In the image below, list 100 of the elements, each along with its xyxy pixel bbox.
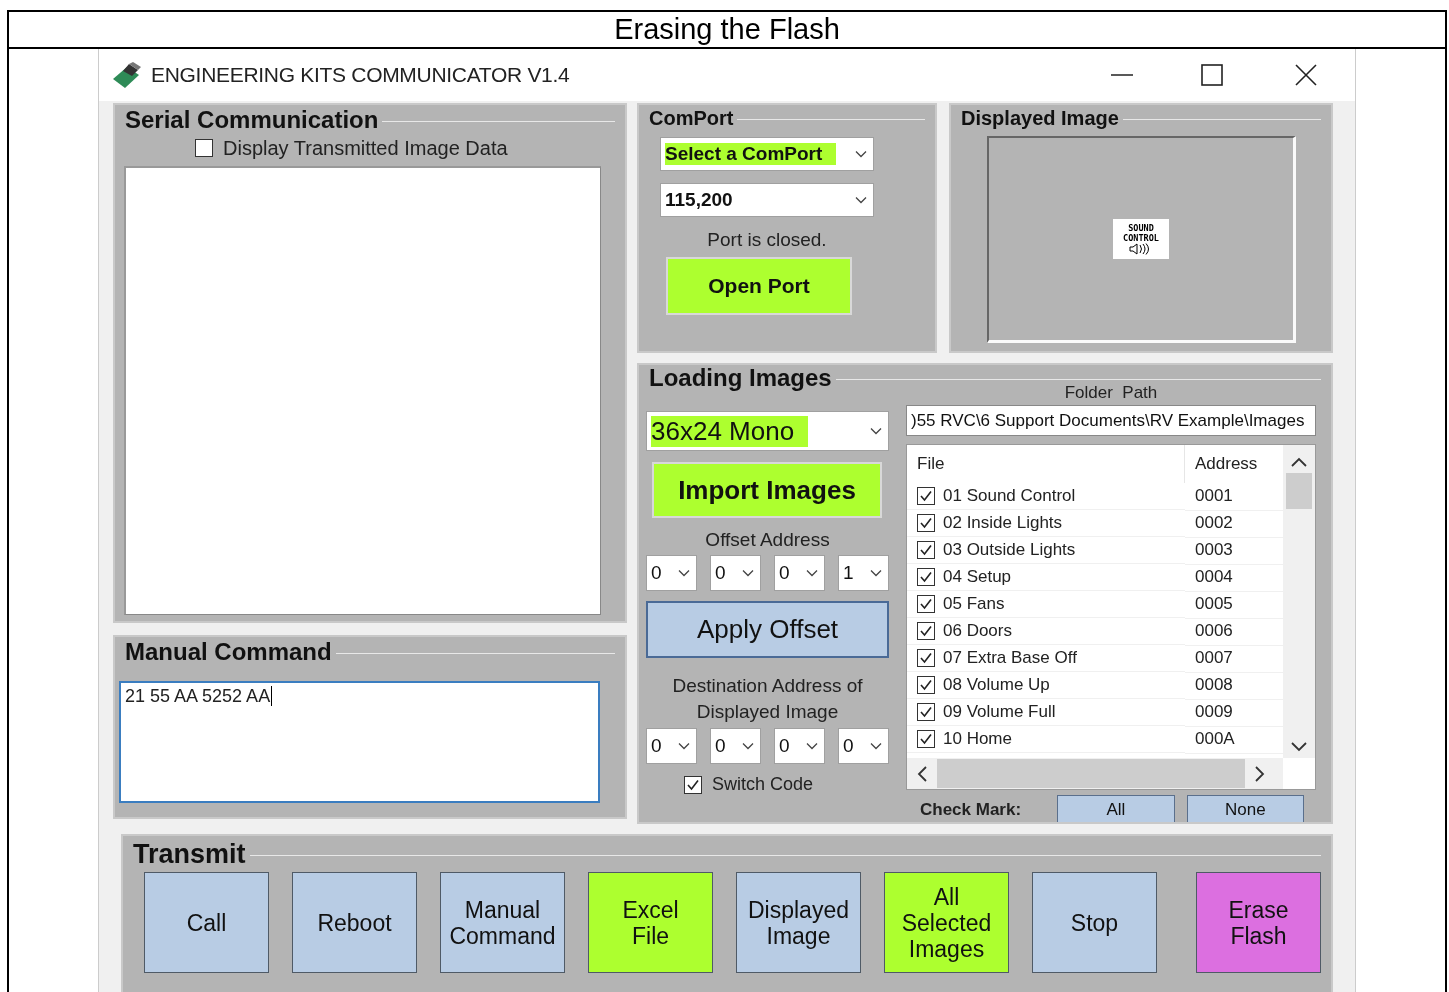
maximize-button[interactable]: [1201, 64, 1223, 86]
check-mark-button[interactable]: All: [1057, 795, 1175, 822]
transmit-button[interactable]: All Selected Images: [884, 872, 1009, 973]
checkbox[interactable]: [917, 514, 935, 532]
dropdown[interactable]: 0: [646, 555, 697, 591]
checkbox[interactable]: [917, 676, 935, 694]
dropdown[interactable]: 36x24 Mono: [646, 411, 889, 451]
import-images-button[interactable]: Import Images: [652, 462, 882, 518]
dropdown[interactable]: 0: [646, 728, 697, 764]
field-label: Folder Path: [1063, 383, 1159, 403]
file-name: 04 Setup: [943, 567, 1012, 587]
scroll-up-icon[interactable]: [1291, 457, 1307, 467]
group-title: Serial Communication: [125, 106, 380, 134]
window-title: ENGINEERING KITS COMMUNICATOR V1.4: [151, 63, 570, 87]
address-text: 0004: [1195, 567, 1233, 587]
transmit-button[interactable]: Manual Command: [440, 872, 565, 973]
vertical-scrollbar[interactable]: [1283, 445, 1315, 758]
scroll-right-icon[interactable]: [1255, 765, 1265, 782]
dropdown[interactable]: 0: [710, 728, 761, 764]
address-text: 000A: [1195, 729, 1235, 749]
caret-icon: [742, 742, 754, 750]
checkbox[interactable]: [917, 730, 935, 748]
address-text: 0009: [1195, 702, 1233, 722]
address-text: 0002: [1195, 513, 1233, 533]
column-header[interactable]: File: [917, 454, 945, 474]
open-port-button[interactable]: Open Port: [666, 257, 852, 315]
checkbox[interactable]: [917, 649, 935, 667]
scroll-thumb[interactable]: [937, 759, 1245, 788]
caret-icon: [855, 150, 867, 158]
checkbox[interactable]: [195, 139, 213, 157]
transmit-button[interactable]: Call: [144, 872, 269, 973]
chip-icon: [111, 61, 143, 89]
transmit-button[interactable]: Stop: [1032, 872, 1157, 973]
caret-icon: [870, 427, 882, 435]
caret-icon: [806, 569, 818, 577]
caret-icon: [742, 569, 754, 577]
column-header[interactable]: Address: [1195, 454, 1258, 473]
group-title: Loading Images: [649, 365, 833, 392]
caret-icon: [855, 196, 867, 204]
scroll-thumb[interactable]: [1286, 473, 1312, 509]
file-name: 07 Extra Base Off: [943, 648, 1077, 668]
file-name: 10 Home: [943, 729, 1012, 749]
slide-title: Erasing the Flash: [614, 13, 840, 46]
file-name: 03 Outside Lights: [943, 540, 1076, 560]
checkbox-label: Switch Code: [712, 774, 814, 795]
check-mark-button[interactable]: None: [1186, 795, 1304, 822]
dropdown[interactable]: Select a ComPort: [660, 137, 874, 171]
address-text: 0003: [1195, 540, 1233, 560]
file-name: 02 Inside Lights: [943, 513, 1063, 533]
transmit-button[interactable]: Excel File: [588, 872, 713, 973]
apply-offset-button[interactable]: Apply Offset: [646, 601, 889, 658]
serial-output-field[interactable]: [124, 166, 601, 615]
file-name: 05 Fans: [943, 594, 1005, 614]
horizontal-scrollbar[interactable]: [907, 758, 1283, 789]
checkbox[interactable]: [917, 622, 935, 640]
file-name: 01 Sound Control: [943, 486, 1076, 506]
dropdown[interactable]: 0: [774, 728, 825, 764]
checkbox[interactable]: [917, 487, 935, 505]
checkbox[interactable]: [917, 703, 935, 721]
caret-icon: [678, 569, 690, 577]
minimize-button[interactable]: [1111, 73, 1133, 77]
file-name: 09 Volume Full: [943, 702, 1056, 722]
checkbox[interactable]: [917, 541, 935, 559]
transmit-button[interactable]: Reboot: [292, 872, 417, 973]
address-text: 0008: [1195, 675, 1233, 695]
caret-icon: [806, 742, 818, 750]
caret-icon: [678, 742, 690, 750]
group-title: ComPort: [649, 106, 735, 130]
checkbox[interactable]: [917, 568, 935, 586]
close-button[interactable]: [1295, 64, 1317, 86]
folder-path-field[interactable]: )55 RVC\6 Support Documents\RV Example\Images: [906, 405, 1316, 436]
transmit-button[interactable]: Erase Flash: [1196, 872, 1321, 973]
checkbox[interactable]: [917, 595, 935, 613]
command-input-field[interactable]: 21 55 AA 5252 AA: [119, 681, 600, 803]
port-status: Port is closed.: [706, 229, 828, 251]
dropdown[interactable]: 0: [774, 555, 825, 591]
checkbox[interactable]: [684, 775, 702, 794]
preview-text: CONTROL: [1123, 233, 1159, 243]
group-title: Displayed Image: [961, 106, 1120, 130]
address-text: 0006: [1195, 621, 1233, 641]
group-title: Manual Command: [125, 638, 333, 666]
scroll-left-icon[interactable]: [917, 765, 927, 782]
address-text: 0007: [1195, 648, 1233, 668]
address-text: 0001: [1195, 486, 1233, 506]
group-title: Transmit: [133, 838, 247, 870]
field-label: Destination Address of Displayed Image: [671, 674, 864, 724]
dropdown[interactable]: 115,200: [660, 183, 874, 217]
dropdown[interactable]: 1: [838, 555, 889, 591]
dropdown[interactable]: 0: [838, 728, 889, 764]
address-text: 0005: [1195, 594, 1233, 614]
caret-icon: [870, 569, 882, 577]
dropdown[interactable]: 0: [710, 555, 761, 591]
file-name: 08 Volume Up: [943, 675, 1050, 695]
scroll-down-icon[interactable]: [1291, 742, 1307, 752]
caret-icon: [870, 742, 882, 750]
field-label: Offset Address: [704, 528, 831, 552]
transmit-button[interactable]: Displayed Image: [736, 872, 861, 973]
checkbox-label: Display Transmitted Image Data: [223, 136, 508, 160]
file-name: 06 Doors: [943, 621, 1012, 641]
check-mark-label: Check Mark:: [920, 800, 1023, 820]
